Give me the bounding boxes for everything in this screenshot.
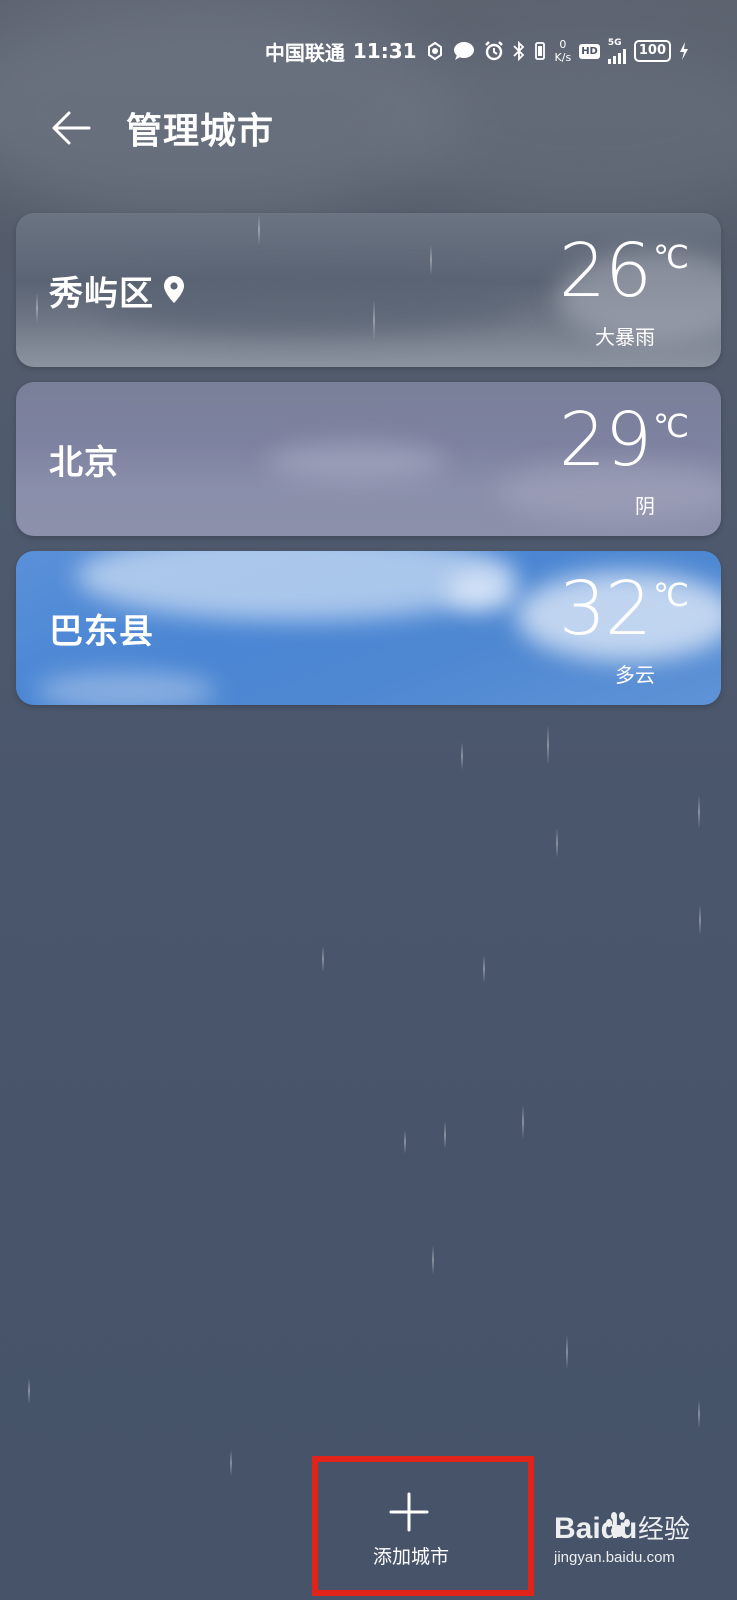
raindrop [430, 245, 432, 275]
city-name-row: 北京 [49, 382, 119, 536]
weather-condition: 多云 [615, 663, 655, 687]
vibrate-icon [533, 41, 547, 61]
raindrop [36, 293, 38, 323]
raindrop [556, 828, 558, 858]
clock: 11:31 [352, 39, 417, 63]
network-speed-value: 0 [559, 38, 567, 51]
page-title: 管理城市 [126, 111, 275, 152]
temperature-value: 32 [558, 566, 652, 652]
weather-condition: 大暴雨 [595, 325, 655, 349]
network-type: 5G [607, 37, 622, 48]
watermark-text: 经验 [638, 1515, 690, 1545]
status-bar: 中国联通 11:31 0 K/s HD 5G 100 [265, 34, 689, 68]
battery-icon: 100 [633, 40, 671, 62]
back-arrow-icon[interactable] [48, 105, 94, 151]
city-card[interactable]: 秀屿区 26 ℃ 大暴雨 [16, 213, 721, 367]
city-card[interactable]: 北京 29 ℃ 阴 [16, 382, 721, 536]
raindrop [547, 725, 549, 765]
temperature-unit: ℃ [653, 238, 689, 276]
plus-icon [389, 1492, 429, 1532]
raindrop [432, 1245, 434, 1275]
message-icon [453, 41, 475, 61]
city-name: 巴东县 [49, 611, 154, 652]
add-city-button[interactable]: 添加城市 [312, 1456, 534, 1596]
hd-badge: HD [579, 43, 600, 59]
raindrop [699, 905, 701, 935]
raindrop [322, 946, 324, 972]
bluetooth-icon [512, 41, 525, 61]
temperature: 32 ℃ [559, 569, 689, 649]
city-name: 北京 [49, 442, 119, 483]
raindrop [258, 215, 260, 245]
raindrop [698, 795, 700, 829]
alarm-icon [483, 40, 505, 62]
card-cloud-decoration [446, 571, 516, 611]
raindrop [461, 742, 463, 770]
raindrop [566, 1335, 568, 1369]
raindrop [444, 1121, 446, 1149]
network-speed-unit: K/s [554, 51, 572, 64]
city-card[interactable]: 巴东县 32 ℃ 多云 [16, 551, 721, 705]
watermark-url: jingyan.baidu.com [554, 1549, 675, 1566]
baidu-jingyan-watermark: Baidu 经验 jingyan.baidu.com [553, 1500, 724, 1570]
raindrop [230, 1450, 232, 1476]
city-name-row: 巴东县 [49, 551, 154, 705]
temperature-value: 26 [558, 228, 652, 314]
raindrop [28, 1378, 30, 1404]
raindrop [483, 955, 485, 983]
app-header: 管理城市 [48, 98, 274, 158]
location-pin-icon [162, 275, 186, 305]
raindrop [404, 1130, 406, 1154]
battery-level: 100 [638, 43, 666, 58]
city-name: 秀屿区 [49, 273, 154, 314]
temperature-value: 29 [558, 397, 652, 483]
temperature: 26 ℃ [559, 231, 689, 311]
charging-icon [679, 41, 689, 61]
raindrop [698, 1400, 700, 1428]
raindrop [373, 300, 375, 340]
city-name-row: 秀屿区 [49, 213, 186, 367]
raindrop [522, 1105, 524, 1139]
weather-condition: 阴 [635, 494, 655, 518]
add-city-label: 添加城市 [372, 1546, 449, 1568]
temperature-unit: ℃ [653, 407, 689, 445]
carrier-name: 中国联通 [264, 40, 345, 65]
temperature: 29 ℃ [559, 400, 689, 480]
card-cloud-decoration [266, 442, 446, 482]
hand-icon [425, 41, 445, 61]
network-speed: 0 K/s [555, 38, 572, 64]
temperature-unit: ℃ [653, 576, 689, 614]
signal-icon: 5G [607, 37, 626, 64]
